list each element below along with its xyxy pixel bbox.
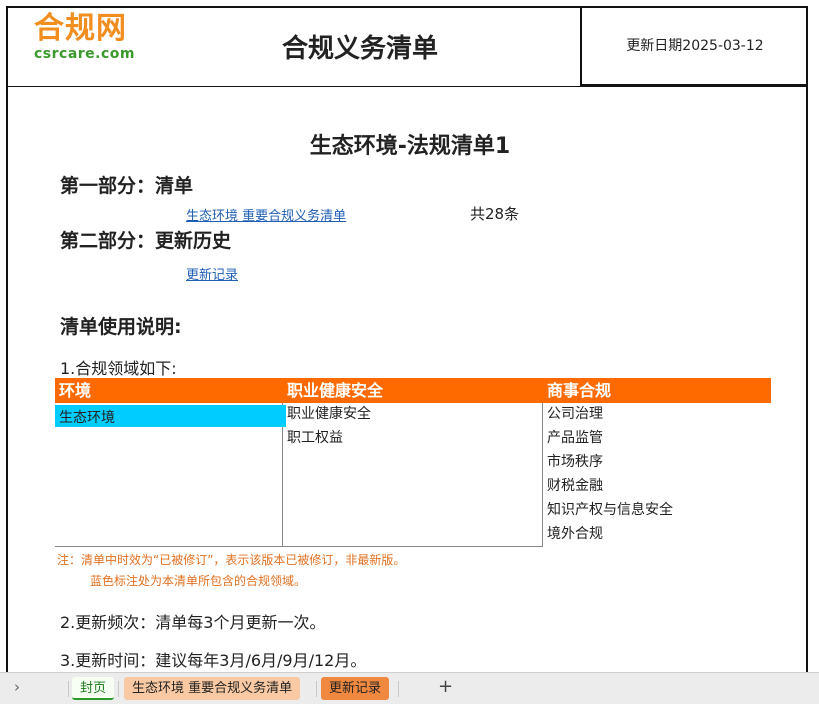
domain-biz-item: 公司治理	[547, 406, 603, 422]
domain-ohs-item: 职工权益	[287, 430, 343, 446]
logo: 合规网 csrcare.com	[34, 11, 136, 63]
add-sheet-icon[interactable]: +	[438, 676, 453, 697]
domain-ohs-item: 职业健康安全	[287, 406, 371, 422]
usage-item-2: 2.更新频次：清单每3个月更新一次。	[60, 613, 326, 632]
note-line-2: 蓝色标注处为本清单所包含的合规领域。	[90, 574, 307, 588]
part2-heading: 第二部分：更新历史	[60, 230, 232, 252]
tab-cover[interactable]: 封页	[72, 677, 115, 700]
item-count: 共28条	[470, 205, 520, 223]
header-divider	[8, 86, 808, 87]
domain-biz-item: 知识产权与信息安全	[547, 502, 673, 518]
domain-biz-item: 境外合规	[547, 526, 603, 542]
domain-biz-item: 财税金融	[547, 478, 603, 494]
logo-main-text: 合规网	[34, 11, 127, 46]
sheet-title: 生态环境-法规清单1	[309, 134, 511, 159]
tab-list[interactable]: 生态环境 重要合规义务清单	[124, 677, 301, 700]
domain-env-item: 生态环境	[55, 405, 286, 427]
history-link[interactable]: 更新记录	[186, 264, 238, 283]
update-date: 更新日期2025-03-12	[626, 38, 764, 54]
biz-header: 商事合规	[543, 378, 771, 403]
tab-separator	[68, 681, 69, 697]
note-line-1: 注：清单中时效为“已被修订”，表示该版本已被修订，非最新版。	[57, 553, 406, 567]
tab-separator	[316, 681, 317, 697]
logo-sub-text: csrcare.com	[34, 46, 136, 62]
chevron-right-icon[interactable]: ›	[14, 678, 20, 696]
list-link[interactable]: 生态环境 重要合规义务清单	[186, 205, 346, 224]
usage-item-3: 3.更新时间：建议每年3月/6月/9月/12月。	[60, 651, 367, 670]
tab-separator	[118, 681, 119, 697]
tab-history[interactable]: 更新记录	[321, 677, 390, 700]
table-bottom-border	[55, 546, 543, 547]
sheet-tab-bar: › 封页 生态环境 重要合规义务清单 更新记录 +	[0, 672, 819, 704]
tab-separator	[398, 681, 399, 697]
env-header: 环境	[55, 378, 283, 403]
part1-heading: 第一部分：清单	[60, 175, 194, 197]
update-date-box: 更新日期2025-03-12	[580, 6, 808, 86]
document-title: 合规义务清单	[281, 34, 438, 64]
ohs-header: 职业健康安全	[283, 378, 543, 403]
domain-biz-item: 产品监管	[547, 430, 603, 446]
usage-item-1: 1.合规领域如下:	[60, 359, 177, 378]
domain-biz-item: 市场秩序	[547, 454, 603, 470]
usage-title: 清单使用说明:	[60, 316, 182, 338]
